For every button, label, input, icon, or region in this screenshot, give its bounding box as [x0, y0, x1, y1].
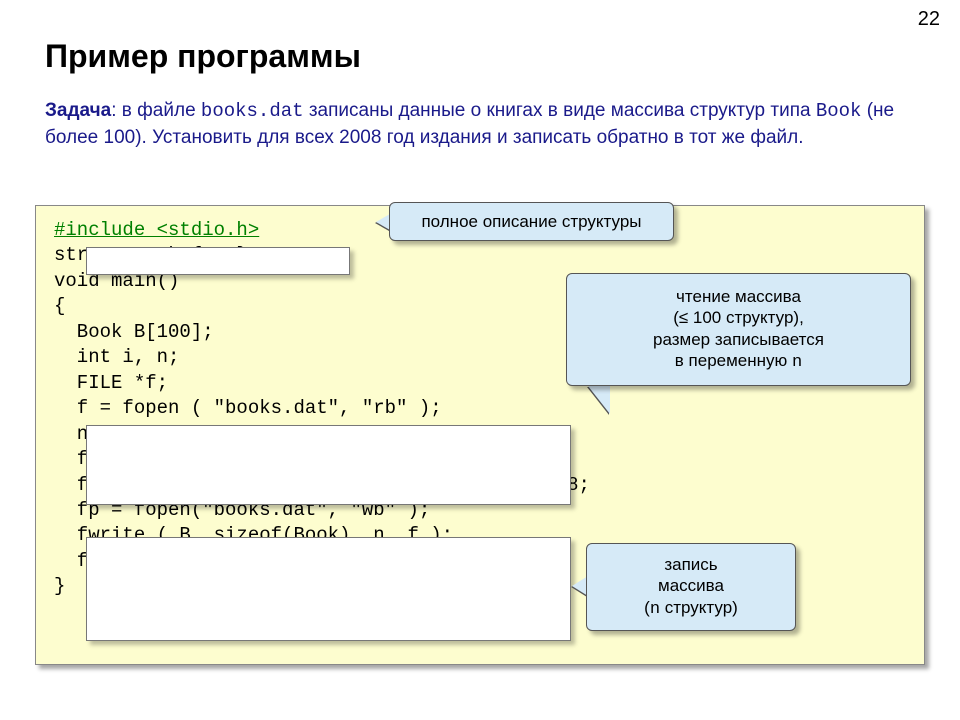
code-close: } — [54, 575, 65, 597]
c2-line3: размер записывается — [583, 329, 894, 350]
c2-line4: в переменную n — [583, 350, 894, 373]
slide-title: Пример программы — [45, 38, 361, 75]
code-include: #include <stdio.h> — [54, 219, 259, 241]
task-file: books.dat — [201, 100, 304, 122]
task-text: Задача: в файле books.dat записаны данны… — [45, 98, 915, 151]
page-number: 22 — [918, 8, 940, 31]
code-fopen-rb: f = fopen ( "books.dat", "rb" ); — [54, 397, 442, 419]
code-decl2: int i, n; — [54, 346, 179, 368]
frame-read-block — [86, 425, 571, 505]
callout-tail-2 — [588, 386, 610, 414]
code-decl3: FILE *f; — [54, 372, 168, 394]
task-type: Book — [816, 100, 862, 122]
code-decl1: Book B[100]; — [54, 321, 214, 343]
callout-write-array: запись массива (n структур) — [586, 543, 796, 631]
task-t2: записаны данные о книгах в виде массива … — [304, 100, 816, 121]
task-label: Задача — [45, 100, 111, 121]
c3-line2: массива — [601, 575, 781, 596]
callout-struct-desc: полное описание структуры — [389, 202, 674, 241]
c2-line2: (≤ 100 структур), — [583, 307, 894, 328]
callout-tail-1 — [376, 214, 390, 230]
frame-struct-book — [86, 247, 350, 275]
code-panel: #include <stdio.h> struct Book { … }; vo… — [35, 205, 925, 665]
code-open: { — [54, 295, 65, 317]
task-t1: : в файле — [111, 100, 201, 121]
frame-write-block — [86, 537, 571, 641]
callout-read-array: чтение массива (≤ 100 структур), размер … — [566, 273, 911, 386]
c2-line1: чтение массива — [583, 286, 894, 307]
c3-line3: (n структур) — [601, 597, 781, 620]
c3-line1: запись — [601, 554, 781, 575]
